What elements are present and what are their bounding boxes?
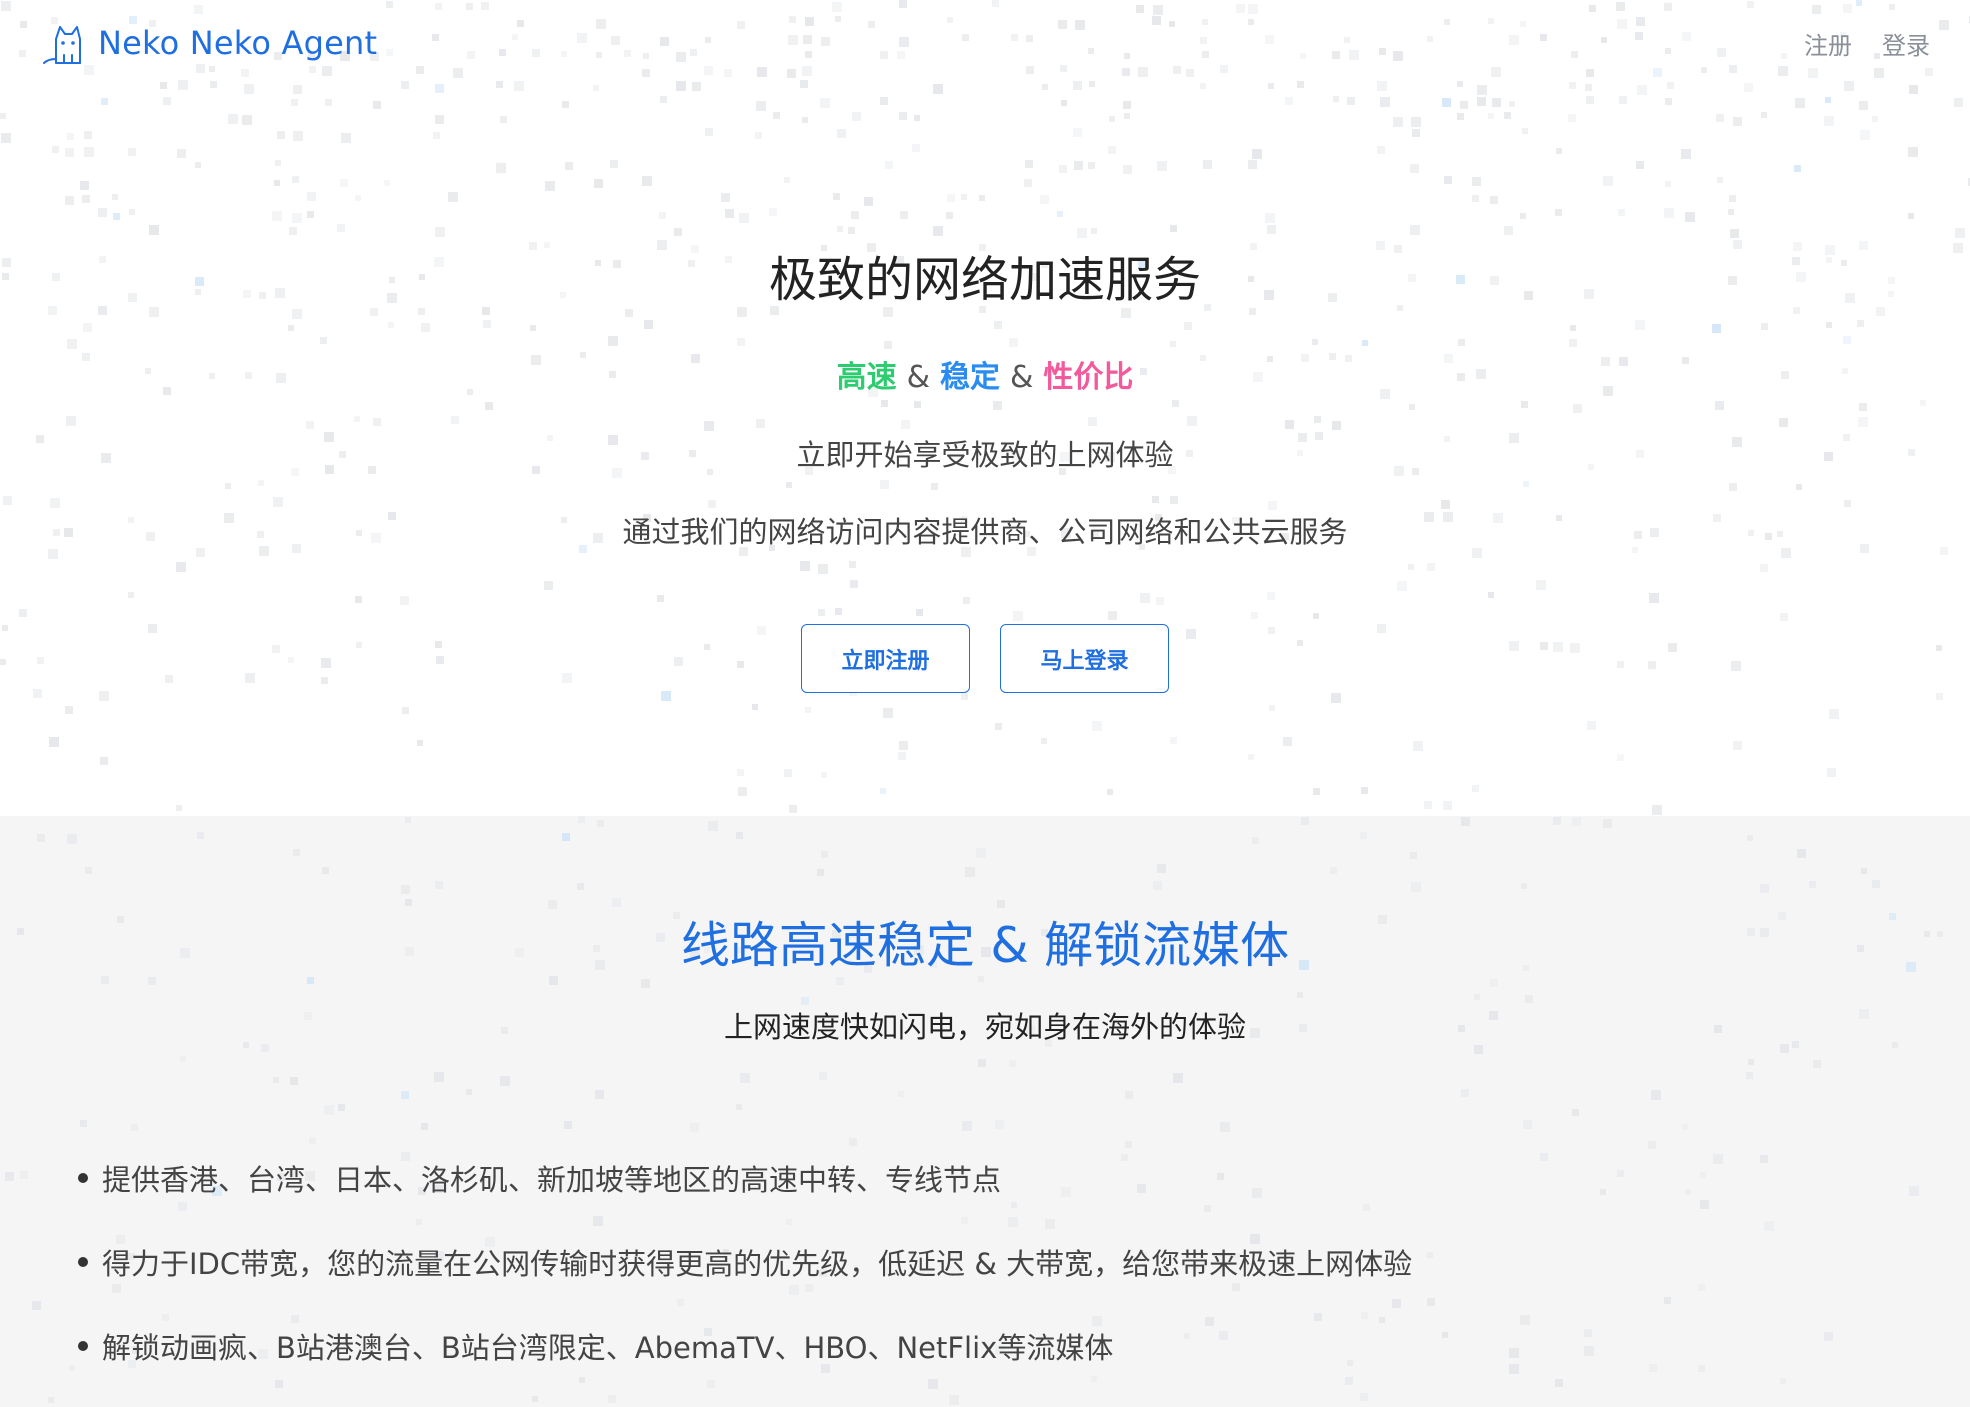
tag-separator: & — [1010, 360, 1034, 395]
feature-item: 得力于IDC带宽，您的流量在公网传输时获得更高的优先级，低延迟 & 大带宽，给您… — [78, 1220, 1412, 1304]
hero-subtitle-primary: 立即开始享受极致的上网体验 — [796, 438, 1174, 472]
register-button[interactable]: 立即注册 — [801, 624, 970, 693]
brand[interactable]: Neko Neko Agent — [42, 19, 377, 67]
tag-speed: 高速 — [836, 360, 897, 395]
site-header: Neko Neko Agent 注册 登录 — [0, 0, 1970, 86]
bullet-icon — [78, 1173, 88, 1183]
tag-stable: 稳定 — [940, 360, 1000, 395]
brand-name: Neko Neko Agent — [98, 24, 378, 62]
landing-page: Neko Neko Agent 注册 登录 极致的网络加速服务 高速 & 稳定 & 性价… — [0, 0, 1970, 1407]
cat-icon — [43, 26, 81, 64]
features-title: 线路高速稳定 & 解锁流媒体 — [680, 917, 1290, 974]
hero-subtitle-secondary: 通过我们的网络访问内容提供商、公司网络和公共云服务 — [622, 515, 1348, 549]
nav-register-link[interactable]: 注册 — [1804, 26, 1852, 61]
feature-text: 得力于IDC带宽，您的流量在公网传输时获得更高的优先级，低延迟 & 大带宽，给您… — [102, 1247, 1413, 1281]
hero-actions: 立即注册 马上登录 — [0, 624, 1970, 693]
nav-login-link[interactable]: 登录 — [1882, 26, 1930, 61]
feature-item: 提供香港、台湾、日本、洛杉矶、新加坡等地区的高速中转、专线节点 — [78, 1136, 1412, 1220]
features-section: 线路高速稳定 & 解锁流媒体 上网速度快如闪电，宛如身在海外的体验 提供香港、台… — [0, 816, 1970, 1407]
feature-item: 解锁动画疯、B站港澳台、B站台湾限定、AbemaTV、HBO、NetFlix等流… — [78, 1304, 1412, 1388]
top-nav: 注册 登录 — [1804, 26, 1930, 61]
features-list: 提供香港、台湾、日本、洛杉矶、新加坡等地区的高速中转、专线节点 得力于IDC带宽… — [78, 1136, 1412, 1388]
hero-section: 极致的网络加速服务 高速 & 稳定 & 性价比 立即开始享受极致的上网体验 通过我们的网… — [0, 0, 1970, 816]
hero-title: 极致的网络加速服务 — [768, 252, 1201, 308]
bullet-icon — [78, 1341, 88, 1351]
feature-text: 解锁动画疯、B站港澳台、B站台湾限定、AbemaTV、HBO、NetFlix等流… — [102, 1331, 1114, 1365]
login-button[interactable]: 马上登录 — [1000, 624, 1169, 693]
feature-text: 提供香港、台湾、日本、洛杉矶、新加坡等地区的高速中转、专线节点 — [102, 1163, 1002, 1197]
features-subtitle: 上网速度快如闪电，宛如身在海外的体验 — [723, 1010, 1246, 1044]
tag-value: 性价比 — [1043, 360, 1134, 395]
bullet-icon — [78, 1257, 88, 1267]
tag-separator: & — [906, 360, 930, 395]
hero-tagline: 高速 & 稳定 & 性价比 — [0, 352, 1970, 396]
